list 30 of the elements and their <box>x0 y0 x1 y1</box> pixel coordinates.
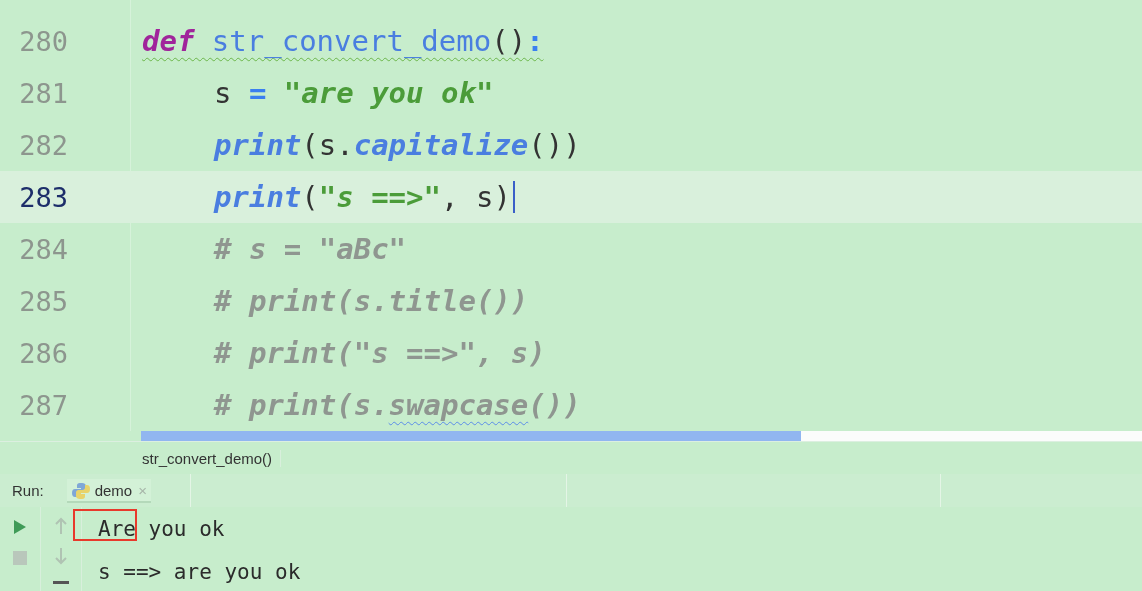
code-line: # print("s ==>", s) <box>214 335 546 372</box>
code-line: def str_convert_demo(): <box>142 23 544 60</box>
line-number: 286 <box>18 337 68 369</box>
run-tab[interactable]: demo × <box>66 478 151 503</box>
line-number: 281 <box>18 77 68 109</box>
highlight-box <box>73 509 137 541</box>
text-caret <box>512 181 515 213</box>
stop-icon[interactable] <box>13 551 27 565</box>
line-number: 285 <box>18 285 68 317</box>
line-number: 282 <box>18 129 68 161</box>
code-line: print("s ==>", s) <box>214 179 511 216</box>
breadcrumb[interactable]: str_convert_demo() <box>142 449 282 467</box>
run-icon[interactable] <box>13 519 27 535</box>
line-number: 287 <box>18 389 68 421</box>
code-line: # s = "aBc" <box>214 231 407 268</box>
code-line: # print(s.title()) <box>214 283 529 320</box>
console-output: s ==> are you ok <box>98 559 301 584</box>
menu-icon[interactable] <box>53 581 69 587</box>
line-number: 280 <box>18 25 68 57</box>
code-line: # print(s.swapcase()) <box>214 387 581 424</box>
code-line: s = "are you ok" <box>214 75 494 112</box>
line-number: 283 <box>18 181 68 213</box>
down-arrow-icon[interactable] <box>54 547 68 565</box>
up-arrow-icon[interactable] <box>54 517 68 535</box>
python-icon <box>70 480 91 501</box>
console-output: Are you ok <box>98 516 225 541</box>
code-line: print(s.capitalize()) <box>214 127 581 164</box>
scrollbar-thumb[interactable] <box>141 431 801 441</box>
line-number: 284 <box>18 233 68 265</box>
run-label: Run: <box>12 482 44 499</box>
